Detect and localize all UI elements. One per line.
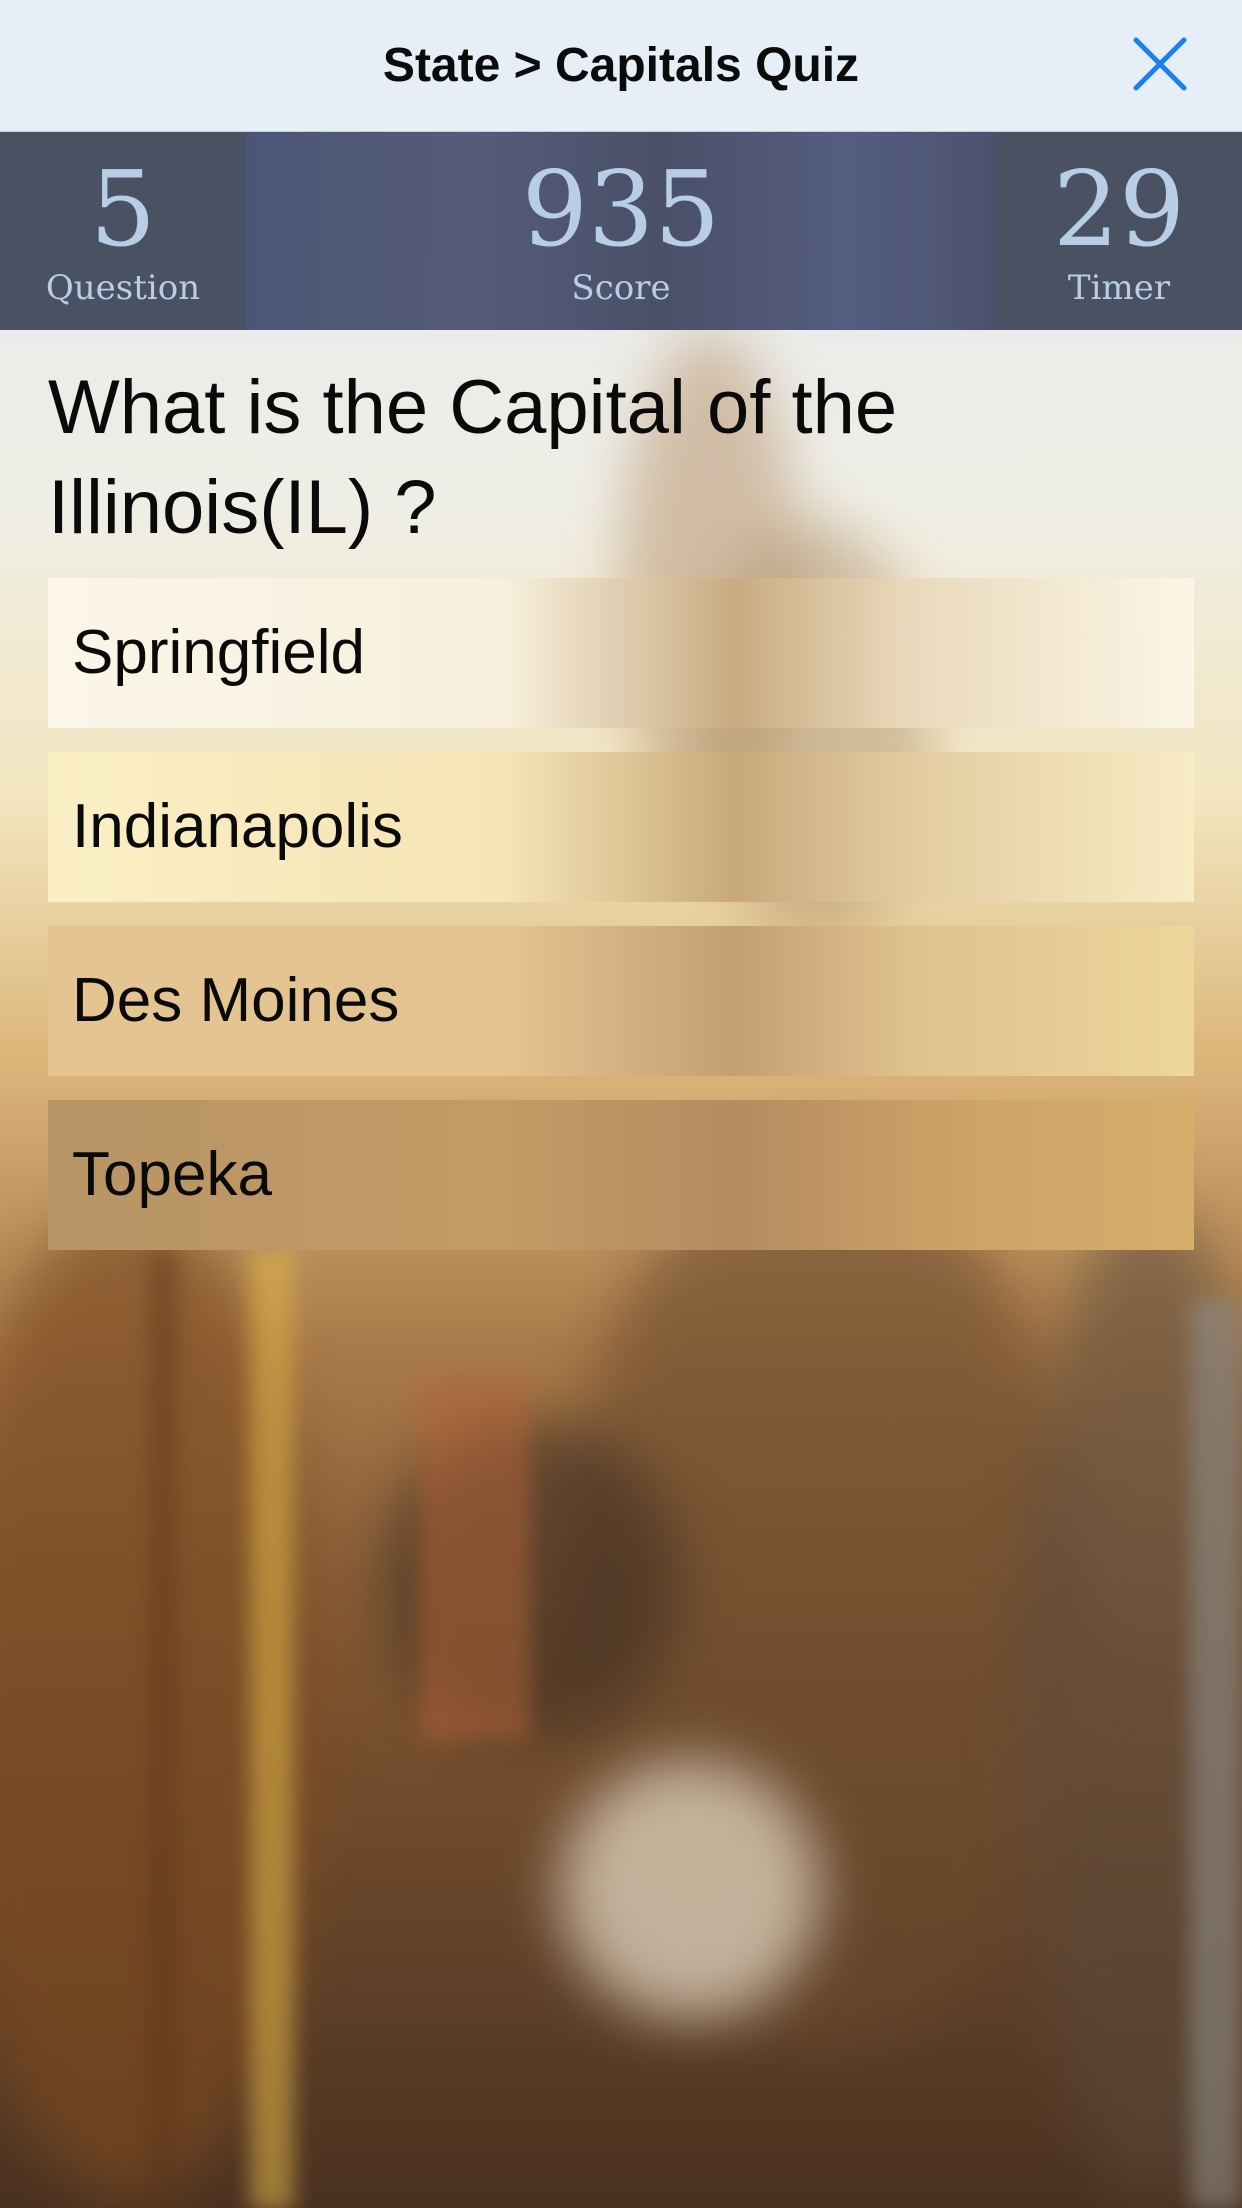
close-icon (1133, 37, 1187, 91)
score-counter: 935 Score (246, 132, 996, 330)
timer-label: Timer (1067, 268, 1171, 308)
score-value: 935 (521, 148, 721, 270)
answer-option-1[interactable]: Springfield (48, 578, 1194, 728)
score-label: Score (571, 268, 671, 308)
answer-option-4[interactable]: Topeka (48, 1100, 1194, 1250)
stats-bar: 5 Question 935 Score 29 Timer (0, 132, 1242, 330)
answer-option-2[interactable]: Indianapolis (48, 752, 1194, 902)
close-button[interactable] (1130, 34, 1190, 94)
timer-value: 29 (1052, 148, 1186, 270)
navigation-bar: State > Capitals Quiz (0, 0, 1242, 132)
question-text: What is the Capital of the Illinois(IL) … (48, 365, 898, 550)
question-counter: 5 Question (0, 132, 246, 330)
answer-option-3[interactable]: Des Moines (48, 926, 1194, 1076)
question-number: 5 (89, 148, 157, 270)
page-title: State > Capitals Quiz (382, 39, 860, 92)
timer-counter: 29 Timer (996, 132, 1242, 330)
question-label: Question (45, 268, 201, 308)
